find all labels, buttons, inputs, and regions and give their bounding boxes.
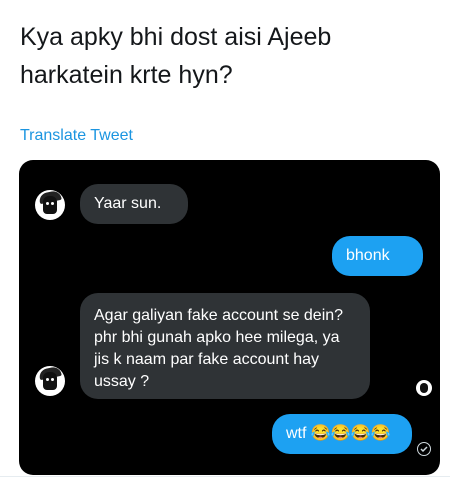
message-bubble-outgoing: bhonk xyxy=(332,236,423,276)
message-bubble-incoming: Yaar sun. xyxy=(80,184,188,224)
avatar-icon xyxy=(35,190,65,220)
seen-avatar-icon xyxy=(416,380,432,396)
check-circle-icon xyxy=(417,442,431,456)
tweet-text: Kya apky bhi dost aisi Ajeeb harkatein k… xyxy=(20,23,332,89)
divider xyxy=(0,476,450,477)
translate-tweet-link[interactable]: Translate Tweet xyxy=(20,127,133,145)
message-bubble-incoming: Agar galiyan fake account se dein? phr b… xyxy=(80,293,370,399)
avatar-icon xyxy=(35,366,65,396)
message-bubble-outgoing: wtf 😂😂😂😂 xyxy=(272,414,412,454)
dm-screenshot: Yaar sun. bhonk Agar galiyan fake accoun… xyxy=(19,160,440,475)
